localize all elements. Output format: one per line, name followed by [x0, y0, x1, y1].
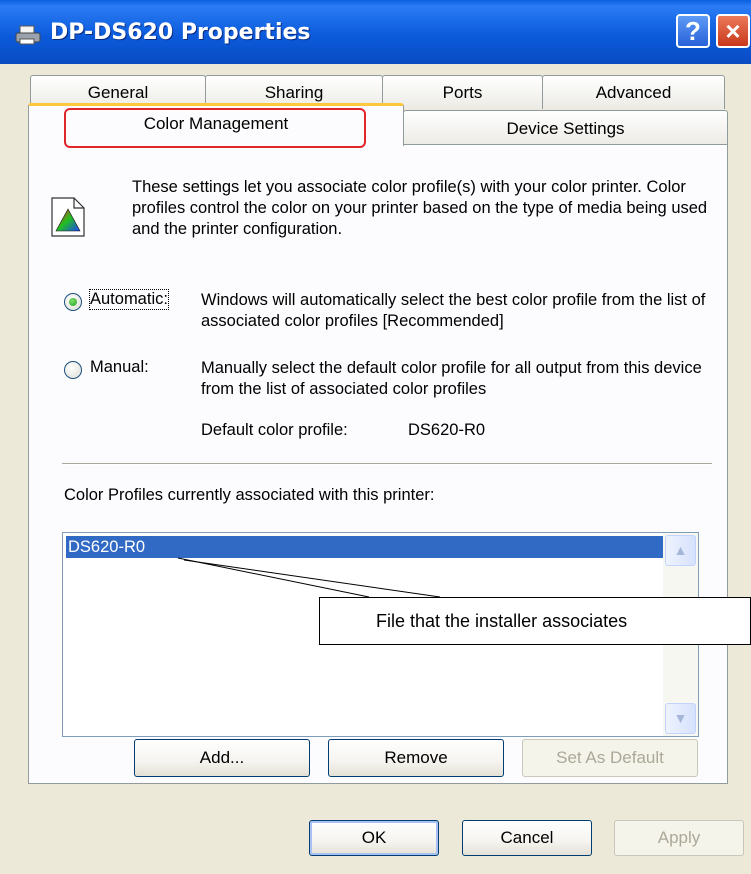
callout-annotation: File that the installer associates	[319, 597, 751, 645]
callout-pointer	[177, 557, 441, 598]
properties-window: DP-DS620 Properties ? × General Sharing …	[0, 0, 751, 874]
